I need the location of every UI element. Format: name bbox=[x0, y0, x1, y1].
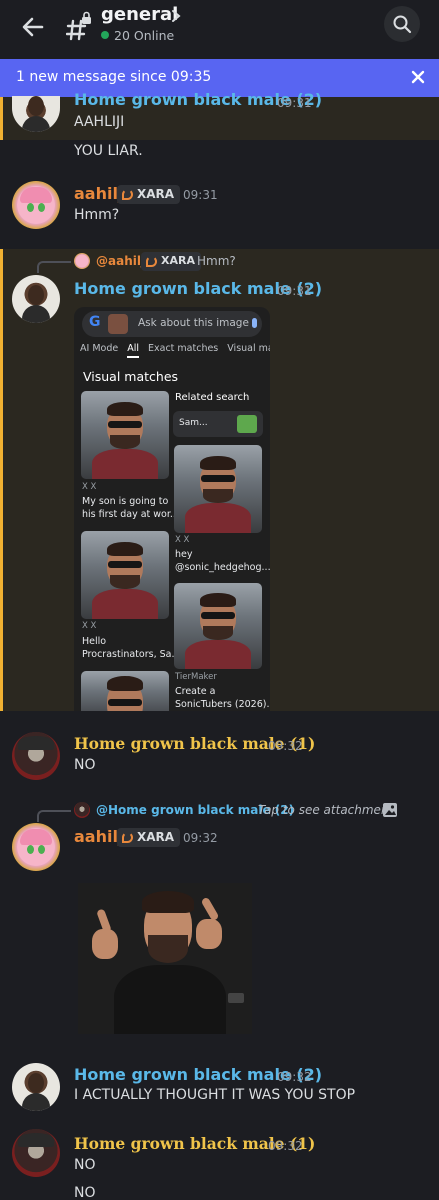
online-status-dot bbox=[101, 31, 109, 39]
message-time: 09:32 bbox=[183, 831, 218, 845]
message-time: 09:32 bbox=[277, 1070, 312, 1084]
server-tag[interactable]: XARA bbox=[117, 185, 181, 204]
close-icon[interactable] bbox=[410, 69, 426, 85]
lens-related-title: Related search bbox=[175, 392, 250, 403]
reply-connector bbox=[37, 261, 71, 273]
flame-icon bbox=[122, 832, 133, 843]
message-text: NO bbox=[74, 757, 96, 773]
message-time: 09:32 bbox=[268, 1139, 303, 1153]
lens-tabs: AI Mode All Exact matches Visual match bbox=[80, 343, 270, 358]
mic-icon bbox=[252, 318, 257, 328]
lens-search-bar: G Ask about this image bbox=[82, 311, 262, 337]
message-time: 09:32 bbox=[268, 739, 303, 753]
reply-avatar bbox=[74, 802, 90, 818]
image-icon bbox=[383, 803, 397, 817]
server-tag[interactable]: XARA bbox=[117, 828, 181, 847]
lens-result-caption: Procrastinators, Sa... bbox=[82, 649, 181, 660]
reply-author[interactable]: @aahilj bbox=[96, 254, 145, 268]
message-text: YOU LIAR. bbox=[74, 143, 143, 159]
lens-result-source: TierMaker bbox=[175, 672, 217, 682]
online-count: 20 Online bbox=[114, 28, 175, 43]
message-time: 09:31 bbox=[277, 96, 312, 110]
reply-connector bbox=[37, 810, 71, 822]
lens-result-source: X X bbox=[82, 621, 97, 631]
gif-attachment[interactable] bbox=[78, 883, 252, 1034]
chevron-right-icon[interactable] bbox=[170, 9, 182, 23]
avatar[interactable] bbox=[12, 275, 60, 323]
lens-result-image bbox=[81, 531, 169, 619]
lens-result-caption: Create a bbox=[175, 686, 216, 697]
lens-result-image bbox=[81, 391, 169, 479]
lens-section-title: Visual matches bbox=[83, 369, 179, 384]
message-text: NO bbox=[74, 1157, 96, 1173]
avatar[interactable] bbox=[12, 181, 60, 229]
google-logo-icon: G bbox=[89, 314, 101, 330]
lens-related-chip: Sam... bbox=[173, 411, 263, 437]
lens-result-caption: @sonic_hedgehog... bbox=[175, 562, 270, 573]
lens-tab: Exact matches bbox=[148, 343, 219, 354]
flame-icon bbox=[146, 256, 157, 267]
message-time: 09:31 bbox=[183, 188, 218, 202]
reply-text[interactable]: Hmm? bbox=[197, 254, 236, 268]
lens-result-caption: his first day at wor... bbox=[82, 509, 179, 520]
lens-result-caption: hey bbox=[175, 549, 193, 560]
message-text: NO bbox=[74, 1185, 96, 1200]
server-tag[interactable]: XARA bbox=[141, 252, 201, 271]
lens-result-caption: SonicTubers (2026)... bbox=[175, 699, 270, 710]
lens-result-image bbox=[174, 583, 262, 669]
new-messages-text: 1 new message since 09:35 bbox=[16, 69, 212, 85]
lens-result-source: X X bbox=[175, 535, 190, 545]
lens-tab: AI Mode bbox=[80, 343, 119, 354]
channel-name[interactable]: general bbox=[101, 4, 178, 25]
avatar[interactable] bbox=[12, 1063, 60, 1111]
reply-avatar bbox=[74, 253, 90, 269]
back-arrow-icon[interactable] bbox=[18, 12, 48, 42]
avatar[interactable] bbox=[12, 732, 60, 780]
message-text: I ACTUALLY THOUGHT IT WAS YOU STOP bbox=[74, 1087, 356, 1103]
lens-result-image bbox=[174, 445, 262, 533]
lens-result-image bbox=[81, 671, 169, 711]
lens-tab: Visual match bbox=[227, 343, 270, 354]
avatar[interactable] bbox=[12, 1129, 60, 1177]
channel-hash-lock-icon bbox=[66, 11, 91, 41]
lens-result-caption: My son is going to bbox=[82, 496, 169, 507]
avatar[interactable] bbox=[12, 823, 60, 871]
search-button[interactable] bbox=[384, 6, 420, 42]
channel-header: general 20 Online bbox=[0, 0, 439, 56]
message-text: Hmm? bbox=[74, 207, 120, 223]
message-time: 09:31 bbox=[277, 284, 312, 298]
lens-tab-active: All bbox=[127, 343, 139, 358]
flame-icon bbox=[122, 189, 133, 200]
lens-result-source: X X bbox=[82, 482, 97, 492]
message-text: AAHLIJI bbox=[74, 114, 125, 130]
image-attachment[interactable]: G Ask about this image AI Mode All Exact m… bbox=[74, 307, 270, 711]
query-thumbnail bbox=[108, 314, 128, 334]
lens-search-placeholder: Ask about this image bbox=[138, 317, 249, 329]
reply-text[interactable]: Tap to see attachment bbox=[258, 803, 393, 817]
search-icon bbox=[393, 15, 412, 34]
lens-result-caption: Hello bbox=[82, 636, 107, 647]
